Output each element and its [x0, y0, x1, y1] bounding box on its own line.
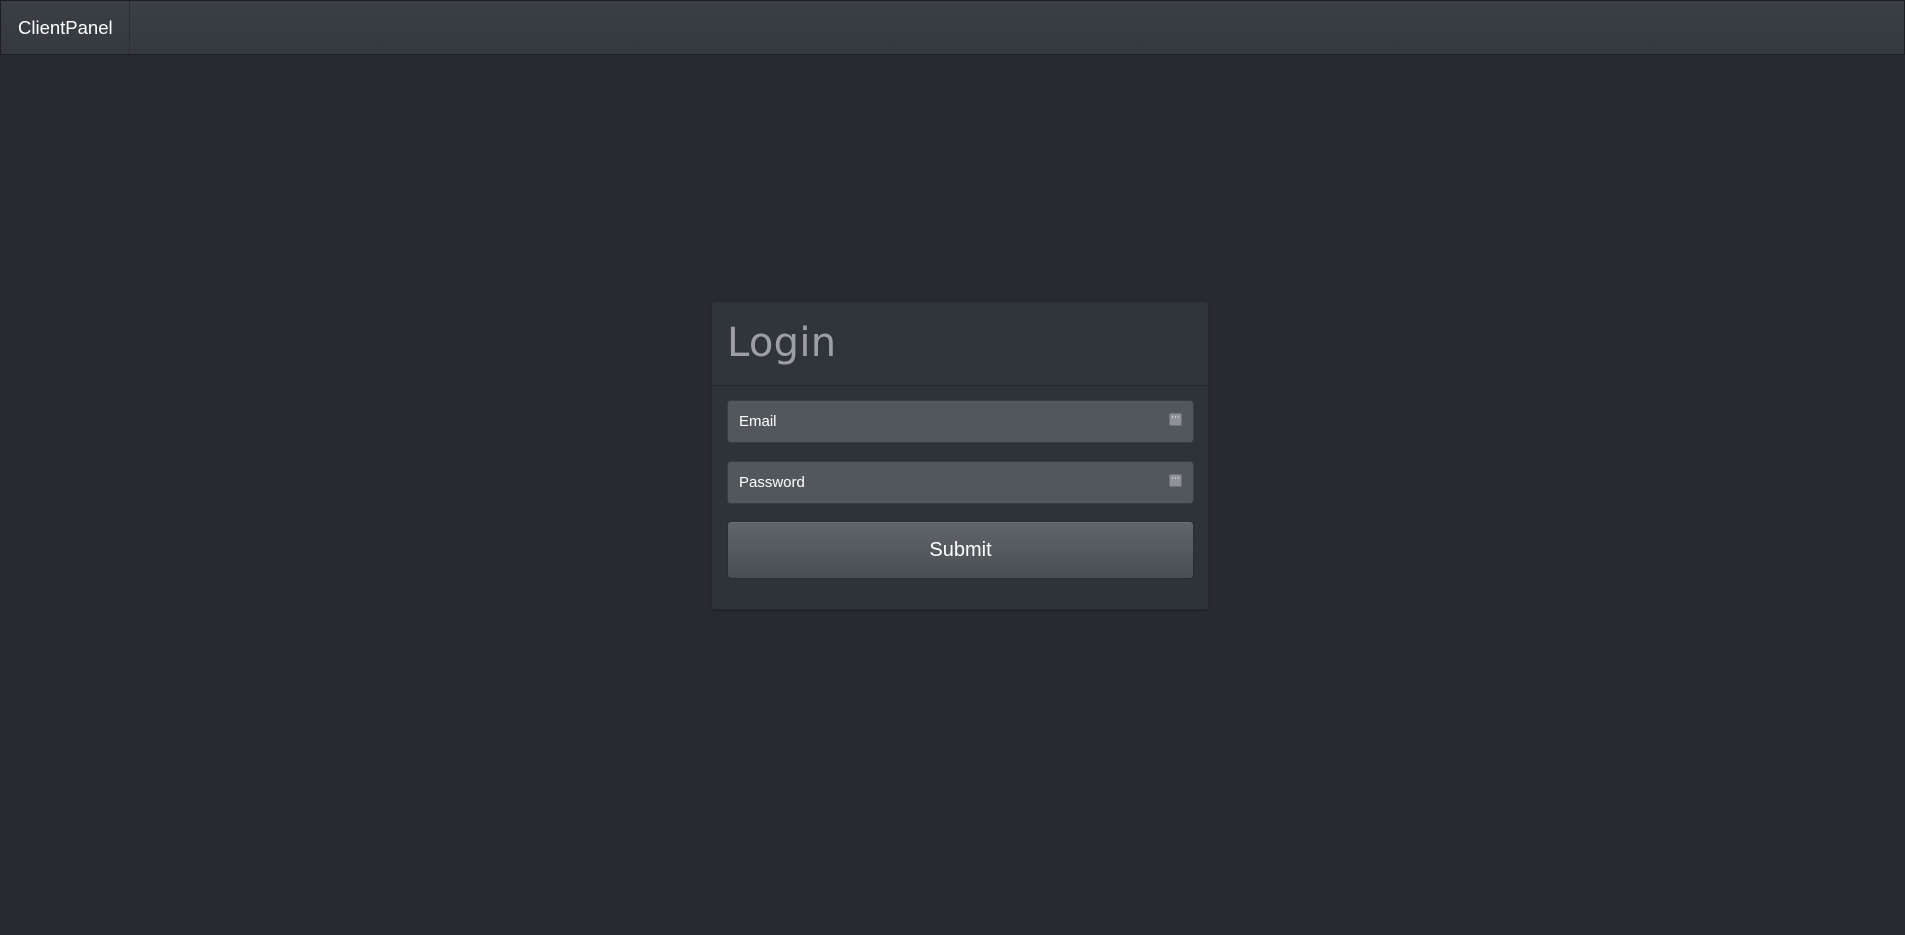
email-field-wrapper: ··· — [727, 400, 1194, 443]
login-panel-heading: Login — [712, 302, 1208, 386]
submit-button[interactable]: Submit — [727, 521, 1194, 579]
login-form: ··· ··· Submit — [712, 386, 1208, 579]
top-navbar: ClientPanel — [0, 0, 1905, 55]
email-field[interactable] — [728, 401, 1193, 442]
brand-link[interactable]: ClientPanel — [1, 1, 130, 54]
ellipsis-icon[interactable]: ··· — [1169, 474, 1182, 487]
login-title: Login — [727, 320, 837, 366]
login-panel: Login ··· ··· Submit — [711, 301, 1209, 610]
password-field[interactable] — [728, 462, 1193, 503]
ellipsis-icon[interactable]: ··· — [1169, 413, 1182, 426]
password-field-wrapper: ··· — [727, 461, 1194, 504]
